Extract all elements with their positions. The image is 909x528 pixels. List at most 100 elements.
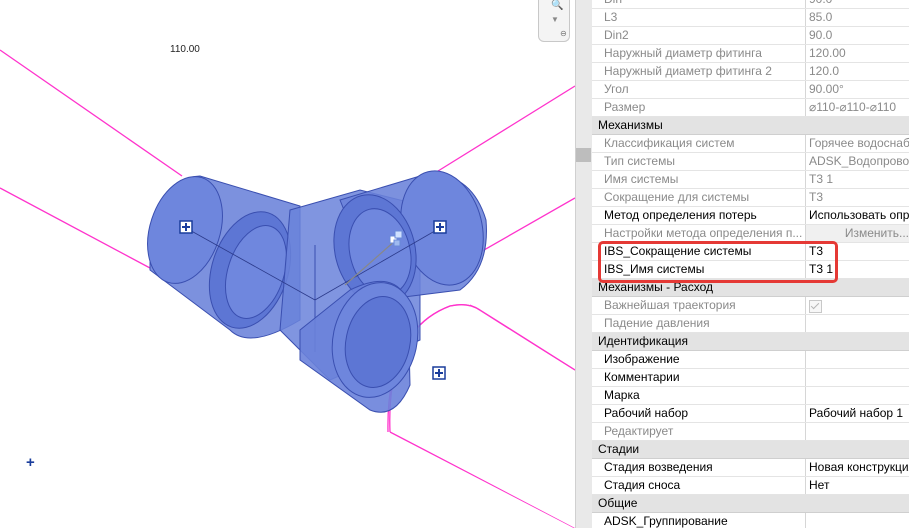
property-name: Марка — [592, 387, 806, 404]
property-name: Din2 — [592, 27, 806, 44]
property-value: Т3 — [809, 190, 824, 204]
property-row[interactable]: Падение давления — [592, 315, 909, 333]
property-group-label: Идентификация — [598, 334, 688, 348]
property-value: 85.0 — [809, 10, 833, 24]
property-row[interactable]: Комментарии — [592, 369, 909, 387]
scrollbar-thumb[interactable] — [576, 148, 591, 162]
property-row[interactable]: Стадия возведения Новая конструкция — [592, 459, 909, 477]
property-name: Наружный диаметр фитинга — [592, 45, 806, 62]
property-value: 90.0 — [806, 0, 909, 8]
property-value: 90.00° — [809, 82, 844, 96]
property-group-header[interactable]: Идентификация — [592, 333, 909, 351]
property-name: Классификация систем — [592, 135, 806, 152]
right-pipe-top-edge — [429, 85, 575, 177]
property-row[interactable]: Важнейшая траектория — [592, 297, 909, 315]
property-group-header[interactable]: Механизмы - Расход — [592, 279, 909, 297]
property-value: Т3 1 — [809, 172, 834, 186]
property-value: Горячее водоснабжение — [809, 136, 909, 150]
property-name: Сокращение для системы — [592, 189, 806, 206]
property-row[interactable]: Классификация системГорячее водоснабжени… — [592, 135, 909, 153]
property-group-label: Механизмы - Расход — [598, 280, 714, 294]
nav-arrow-icon[interactable]: ▼ — [551, 15, 559, 24]
property-row[interactable]: IBS_Имя системы Т3 1 — [592, 261, 909, 279]
properties-palette: Din90.0L385.0Din290.0Наружный диаметр фи… — [592, 0, 909, 528]
property-name: Настройки метода определения п... — [592, 225, 806, 242]
property-group-header[interactable]: Общие — [592, 495, 909, 513]
property-name: Метод определения потерь — [592, 207, 806, 224]
property-row[interactable]: Имя системы Т3 1 — [592, 171, 909, 189]
property-name: Din — [592, 0, 806, 8]
property-name: Тип системы — [592, 153, 806, 170]
pipe-tee-scene[interactable] — [0, 0, 575, 528]
property-name: Размер — [592, 99, 806, 116]
property-row[interactable]: Наружный диаметр фитинга 120.00 — [592, 45, 909, 63]
property-group-header[interactable]: Стадии — [592, 441, 909, 459]
checkbox-checked-icon[interactable] — [809, 300, 822, 313]
viewport-vertical-scrollbar[interactable] — [575, 0, 592, 528]
property-value[interactable] — [806, 387, 909, 404]
3d-model-viewport[interactable]: 110.00 🔍 ▼ ⊖ + — [0, 0, 575, 528]
property-row[interactable]: Наружный диаметр фитинга 2 120.0 — [592, 63, 909, 81]
property-name: L3 — [592, 9, 806, 26]
property-row[interactable]: Сокращение для системы Т3 — [592, 189, 909, 207]
nav-wheel-icon[interactable]: ⊖ — [560, 29, 567, 38]
property-name: ADSK_Группирование — [592, 513, 806, 528]
property-value[interactable] — [806, 369, 909, 386]
edit-settings-button[interactable]: Изменить... — [806, 225, 909, 242]
property-group-header[interactable]: Механизмы — [592, 117, 909, 135]
property-name: Падение давления — [592, 315, 806, 332]
property-name: Комментарии — [592, 369, 806, 386]
dimension-label[interactable]: 110.00 — [170, 44, 200, 55]
property-value[interactable]: Т3 1 — [806, 261, 909, 278]
property-row[interactable]: Рабочий набор Рабочий набор 1 — [592, 405, 909, 423]
property-row[interactable]: Din2 90.0 — [592, 27, 909, 45]
element-grip-icon[interactable] — [433, 220, 447, 234]
property-row[interactable]: Изображение — [592, 351, 909, 369]
property-row[interactable]: ADSK_Группирование — [592, 513, 909, 528]
property-row[interactable]: Марка — [592, 387, 909, 405]
property-row[interactable]: Метод определения потерь Использовать опр… — [592, 207, 909, 225]
property-value — [806, 315, 909, 332]
property-value: 120.00 — [809, 46, 846, 60]
zoom-icon[interactable]: 🔍 — [551, 0, 563, 11]
property-name: IBS_Имя системы — [592, 261, 806, 278]
property-value[interactable]: Новая конструкция — [806, 459, 909, 476]
property-name: Важнейшая траектория — [592, 297, 806, 314]
property-value[interactable] — [806, 351, 909, 368]
property-value: 120.0 — [809, 64, 840, 78]
property-value[interactable]: Использовать определение — [806, 207, 909, 224]
property-group-label: Стадии — [598, 442, 640, 456]
property-row[interactable]: Настройки метода определения п... Изменит… — [592, 225, 909, 243]
property-name: Стадия сноса — [592, 477, 806, 494]
property-value: ADSK_Водопровод — [809, 154, 909, 168]
property-value: 90.0 — [809, 28, 833, 42]
property-group-label: Общие — [598, 496, 638, 510]
property-name: Угол — [592, 81, 806, 98]
property-value[interactable]: Рабочий набор 1 — [806, 405, 909, 422]
property-value[interactable] — [806, 513, 909, 528]
left-pipe-top-edge — [0, 49, 183, 177]
property-name: Редактирует — [592, 423, 806, 440]
property-name: Наружный диаметр фитинга 2 — [592, 63, 806, 80]
property-value: ⌀110-⌀110-⌀110 — [809, 100, 897, 114]
property-value[interactable]: Нет — [806, 477, 909, 494]
property-name: Имя системы — [592, 171, 806, 188]
property-name: Стадия возведения — [592, 459, 806, 476]
element-grip-icon[interactable] — [179, 220, 193, 234]
property-row[interactable]: Угол 90.00° — [592, 81, 909, 99]
property-row[interactable]: L3 85.0 — [592, 9, 909, 27]
navigation-bar[interactable]: 🔍 ▼ ⊖ — [538, 0, 570, 42]
property-row[interactable]: Редактирует — [592, 423, 909, 441]
property-row[interactable]: Стадия сноса Нет — [592, 477, 909, 495]
property-row[interactable]: Размер ⌀110-⌀110-⌀110 — [592, 99, 909, 117]
property-row[interactable]: Din90.0 — [592, 0, 909, 9]
left-pipe-bottom-edge — [0, 187, 151, 269]
element-grip-icon[interactable] — [432, 366, 446, 380]
property-value[interactable]: Т3 — [806, 243, 909, 260]
property-checkbox-cell — [806, 297, 909, 314]
property-name: Изображение — [592, 351, 806, 368]
property-row[interactable]: IBS_Сокращение системы Т3 — [592, 243, 909, 261]
property-row[interactable]: Тип системы ADSK_Водопровод — [592, 153, 909, 171]
property-group-label: Механизмы — [598, 118, 663, 132]
crosshair-icon: + — [26, 454, 35, 471]
